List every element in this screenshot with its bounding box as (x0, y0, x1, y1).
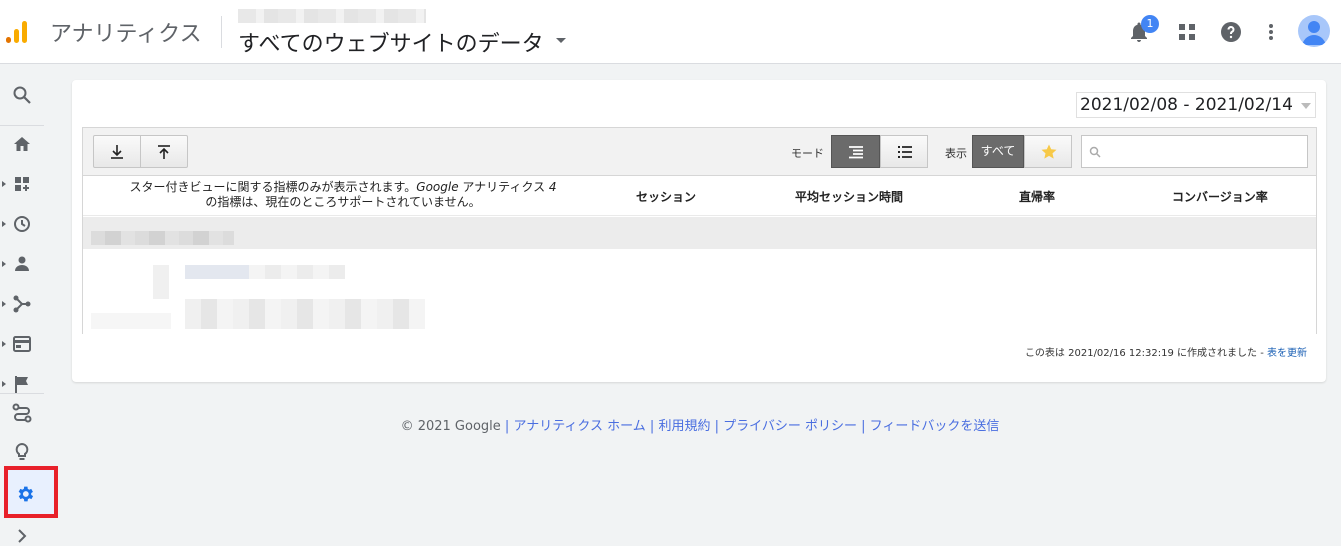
footer-link-feedback[interactable]: フィードバックを送信 (870, 419, 1000, 434)
list-icon (898, 146, 912, 158)
app-name: アナリティクス (50, 22, 202, 47)
date-range-text: 2021/02/08 - 2021/02/14 (1080, 95, 1293, 115)
redacted-block (185, 299, 425, 329)
nav-divider (0, 125, 44, 126)
account-name-redacted (238, 9, 426, 23)
upload-button[interactable] (140, 135, 188, 168)
left-navigation (0, 64, 58, 546)
copyright-text: © 2021 Google (400, 419, 501, 434)
table-row-account[interactable] (83, 217, 1316, 249)
footer-separator: | (649, 419, 655, 434)
header-divider (221, 16, 222, 48)
customization-icon[interactable] (12, 174, 32, 194)
date-range-selector[interactable]: 2021/02/08 - 2021/02/14 (1076, 92, 1316, 118)
download-button[interactable] (93, 135, 141, 168)
download-arrow-icon (111, 145, 123, 159)
top-header: アナリティクス すべてのウェブサイトのデータ 1 (0, 0, 1341, 64)
acquisition-icon[interactable] (12, 294, 32, 314)
footer-link-analytics-home[interactable]: アナリティクス ホーム (513, 419, 645, 434)
footer-separator: | (714, 419, 719, 434)
table-toolbar: モード 表示 すべて (83, 128, 1316, 176)
nav-divider (0, 393, 44, 394)
page-footer: © 2021 Google | アナリティクス ホーム | 利用規約 | プライ… (0, 415, 1341, 434)
account-row-redacted (91, 231, 234, 245)
column-header-row: スター付きビューに関する指標のみが表示されます。Google アナリティクス 4… (83, 176, 1316, 216)
apps-grid-icon[interactable] (1175, 20, 1199, 44)
more-vert-icon[interactable] (1259, 20, 1283, 44)
report-table: モード 表示 すべて スター付きビューに関する指標のみが表示されます。Googl… (82, 127, 1317, 335)
property-selector[interactable]: すべてのウェブサイトのデータ (238, 26, 544, 58)
search-input[interactable] (1108, 140, 1303, 164)
note-text-1: スター付きビューに関する指標のみが表示されます。 (129, 180, 417, 194)
note-text-1b: アナリティクス (458, 180, 549, 194)
note-google: Google (416, 180, 459, 194)
behavior-icon[interactable] (12, 334, 32, 354)
expand-arrow-icon[interactable] (2, 221, 6, 227)
indent-list-icon (849, 146, 863, 159)
column-bounce-rate[interactable]: 直帰率 (1019, 188, 1055, 205)
chevron-right-icon[interactable] (12, 526, 32, 546)
report-card: 2021/02/08 - 2021/02/14 モード 表示 すべて スター付き… (72, 80, 1326, 382)
table-row-property[interactable] (83, 249, 1316, 335)
table-search[interactable] (1081, 135, 1308, 168)
note-four: 4 (548, 180, 557, 194)
person-avatar-icon (1302, 21, 1326, 45)
redacted-block (185, 265, 249, 279)
footer-separator: | (861, 419, 866, 434)
star-icon (1041, 144, 1057, 159)
caret-down-icon[interactable] (1301, 103, 1311, 109)
show-label: 表示 (945, 147, 967, 160)
column-conversion-rate[interactable]: コンバージョン率 (1172, 188, 1268, 205)
audience-person-icon[interactable] (12, 254, 32, 274)
home-icon[interactable] (12, 134, 32, 154)
expand-arrow-icon[interactable] (2, 341, 6, 347)
show-all-button[interactable]: すべて (972, 135, 1024, 168)
upload-arrow-icon (158, 145, 170, 159)
table-footnote: この表は 2021/02/16 12:32:19 に作成されました - 表を更新 (1025, 344, 1307, 359)
redacted-block (153, 265, 169, 299)
expand-arrow-icon[interactable] (2, 261, 6, 267)
mode-label: モード (791, 147, 824, 160)
footer-link-privacy[interactable]: プライバシー ポリシー (723, 419, 857, 434)
admin-gear-icon[interactable] (15, 484, 35, 504)
realtime-clock-icon[interactable] (12, 214, 32, 234)
show-starred-button[interactable] (1024, 135, 1072, 168)
mode-tree-button[interactable] (831, 135, 880, 168)
expand-arrow-icon[interactable] (2, 181, 6, 187)
analytics-logo-icon[interactable] (4, 18, 32, 46)
column-sessions[interactable]: セッション (636, 188, 696, 205)
expand-arrow-icon[interactable] (2, 301, 6, 307)
account-avatar[interactable] (1298, 15, 1330, 47)
discover-lightbulb-icon[interactable] (12, 442, 32, 462)
search-icon (1089, 146, 1101, 158)
column-note: スター付きビューに関する指標のみが表示されます。Google アナリティクス 4… (103, 180, 583, 210)
notification-badge: 1 (1141, 15, 1159, 33)
conversions-flag-icon[interactable] (12, 374, 32, 394)
mode-list-button[interactable] (880, 135, 928, 168)
column-avg-session-duration[interactable]: 平均セッション時間 (795, 188, 903, 205)
help-icon[interactable] (1219, 20, 1243, 44)
expand-arrow-icon[interactable] (2, 381, 6, 387)
redacted-block (91, 313, 171, 329)
refresh-table-link[interactable]: 表を更新 (1267, 348, 1307, 359)
footer-link-terms[interactable]: 利用規約 (658, 419, 710, 434)
note-text-2: の指標は、現在のところサポートされていません。 (205, 195, 481, 209)
footnote-text: この表は 2021/02/16 12:32:19 に作成されました - (1024, 348, 1267, 359)
footer-separator: | (504, 419, 510, 434)
caret-down-icon[interactable] (556, 38, 566, 43)
search-icon[interactable] (12, 85, 32, 105)
admin-highlight-box[interactable] (4, 466, 58, 518)
redacted-block (249, 265, 345, 279)
